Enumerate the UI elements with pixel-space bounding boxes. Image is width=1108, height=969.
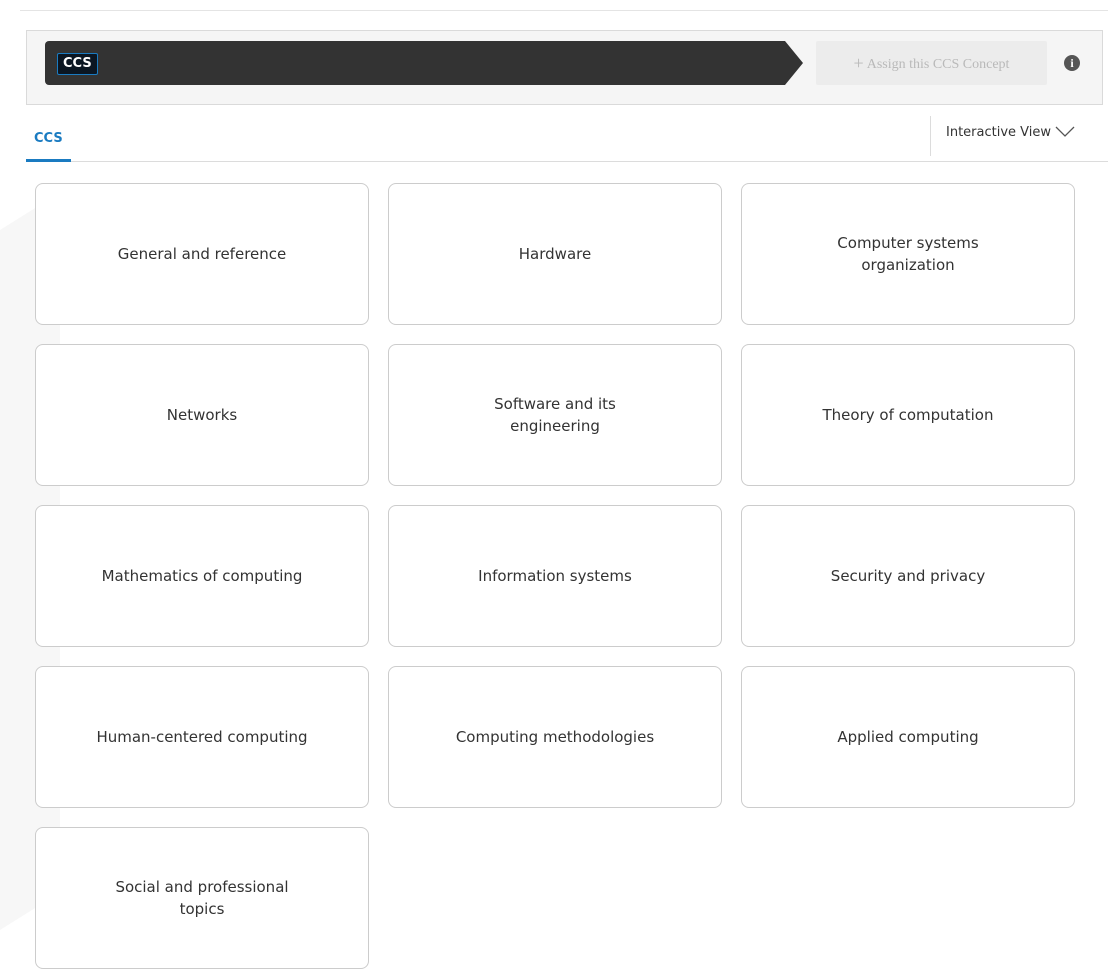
view-select[interactable]: Interactive View — [946, 125, 1075, 140]
view-select-label: Interactive View — [946, 125, 1052, 140]
view-divider — [930, 116, 931, 156]
concept-card[interactable]: Theory of computation — [741, 344, 1075, 486]
breadcrumb — [45, 41, 785, 85]
concept-card[interactable]: Applied computing — [741, 666, 1075, 808]
concept-card[interactable]: Security and privacy — [741, 505, 1075, 647]
concept-card[interactable]: Computing methodologies — [388, 666, 722, 808]
concept-card[interactable]: Mathematics of computing — [35, 505, 369, 647]
concept-card[interactable]: General and reference — [35, 183, 369, 325]
plus-icon: + — [853, 53, 864, 73]
concept-card-label: Hardware — [518, 245, 592, 263]
concept-card-label: Security and privacy — [830, 567, 986, 585]
tab-ccs[interactable]: CCS — [26, 131, 71, 162]
concept-card-label: Human-centered computing — [96, 728, 308, 746]
concept-card[interactable]: Software and its engineering — [388, 344, 722, 486]
concept-card-label: Networks — [166, 406, 238, 424]
concept-card-label: Computer systems organization — [837, 234, 979, 274]
concept-card[interactable]: Human-centered computing — [35, 666, 369, 808]
concept-card-label: Social and professional topics — [115, 878, 289, 918]
concept-card-label: Software and its engineering — [494, 395, 616, 435]
concept-grid: General and reference Hardware Computer … — [35, 183, 1075, 969]
concept-bar: CCS + Assign this CCS Concept i — [26, 30, 1103, 105]
tabs-row: CCS Interactive View — [26, 116, 1108, 162]
assign-concept-label: Assign this CCS Concept — [866, 57, 1010, 72]
concept-card[interactable]: Social and professional topics — [35, 827, 369, 969]
concept-card[interactable]: Hardware — [388, 183, 722, 325]
top-divider — [20, 10, 1108, 11]
concept-card[interactable]: Information systems — [388, 505, 722, 647]
concept-card-label: Computing methodologies — [455, 728, 655, 746]
assign-concept-button[interactable]: + Assign this CCS Concept — [816, 41, 1047, 85]
concept-card-label: Mathematics of computing — [101, 567, 303, 585]
info-icon[interactable]: i — [1064, 55, 1080, 71]
concept-card-label: Theory of computation — [822, 406, 994, 424]
concept-card[interactable]: Networks — [35, 344, 369, 486]
breadcrumb-arrow — [785, 41, 803, 85]
concept-card-label: Information systems — [478, 567, 632, 585]
concept-card-label: Applied computing — [837, 728, 979, 746]
concept-card-label: General and reference — [117, 245, 287, 263]
breadcrumb-root-ccs[interactable]: CCS — [57, 53, 98, 75]
concept-card[interactable]: Computer systems organization — [741, 183, 1075, 325]
chevron-down-icon — [1055, 126, 1075, 137]
